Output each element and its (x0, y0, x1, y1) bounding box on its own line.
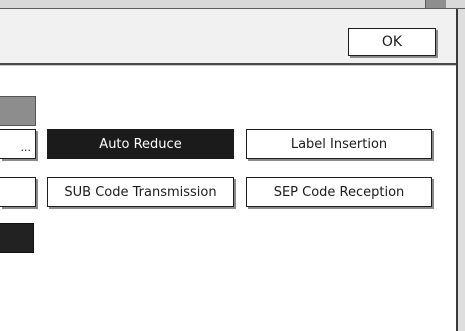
header-divider-highlight (0, 65, 458, 66)
ok-button[interactable]: OK (348, 28, 436, 56)
label-insertion-button[interactable]: Label Insertion (246, 129, 432, 159)
top-frame-bar (0, 0, 465, 9)
fax-options-screen: OK ... Auto Reduce Label Insertion SUB C… (0, 0, 465, 331)
more-ellipsis-label: ... (20, 141, 32, 154)
side-button-partial-gray[interactable] (0, 96, 36, 126)
side-button-partial[interactable] (0, 177, 36, 207)
sub-code-transmission-button[interactable]: SUB Code Transmission (47, 177, 234, 207)
auto-reduce-button[interactable]: Auto Reduce (47, 129, 234, 159)
side-button-more[interactable]: ... (0, 129, 36, 159)
side-button-partial-selected[interactable] (0, 223, 34, 253)
sep-code-reception-button[interactable]: SEP Code Reception (246, 177, 432, 207)
right-frame-edge (458, 9, 465, 331)
top-frame-notch (425, 0, 446, 8)
